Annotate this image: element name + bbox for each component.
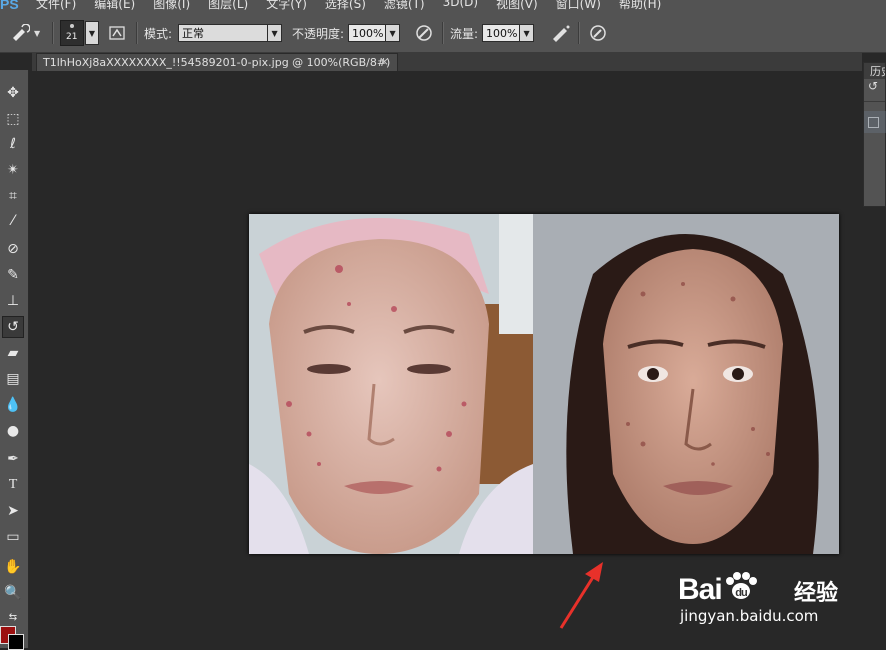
watermark-url: jingyan.baidu.com	[680, 607, 819, 625]
document-tab[interactable]: T1lhHoXj8aXXXXXXXX_!!54589201-0-pix.jpg …	[36, 53, 398, 71]
chevron-down-icon[interactable]: ▼	[520, 24, 535, 42]
history-panel[interactable]: 历史 ↺	[863, 62, 886, 207]
divider	[52, 22, 54, 44]
pen-tool-icon[interactable]: ✒	[2, 448, 24, 470]
magic-wand-tool-icon[interactable]: ✴	[2, 159, 24, 181]
red-arrow-annotation	[559, 562, 603, 629]
watermark-brand-du: du	[735, 587, 747, 599]
face-photo-after	[533, 214, 839, 554]
brush-tool-icon[interactable]: ✎	[2, 264, 24, 286]
menu-3d[interactable]: 3D(D)	[443, 0, 478, 12]
watermark-brand: Bai du	[678, 571, 760, 607]
lasso-tool-icon[interactable]: ℓ	[2, 133, 24, 155]
history-brush-icon[interactable]: ↺	[864, 79, 885, 102]
opacity-label: 不透明度:	[292, 26, 345, 41]
chevron-down-icon: ▼	[34, 28, 41, 38]
baidu-jingyan-watermark: Bai du 经验 jingyan.baidu.com	[676, 557, 886, 627]
divider	[442, 22, 444, 44]
menu-image[interactable]: 图像(I)	[153, 0, 190, 12]
opacity-input[interactable]: 100%	[348, 24, 387, 42]
gradient-tool-icon[interactable]: ▤	[2, 368, 24, 390]
crop-tool-icon[interactable]: ⌗	[2, 185, 24, 207]
menu-edit[interactable]: 编辑(E)	[94, 0, 135, 12]
menu-list: 文件(F) 编辑(E) 图像(I) 图层(L) 文字(Y) 选择(S) 滤镜(T…	[36, 0, 679, 12]
eyedropper-tool-icon[interactable]: ⁄	[2, 210, 24, 232]
tool-preset-picker[interactable]: ▼	[10, 14, 40, 52]
brush-tip-icon	[70, 24, 74, 28]
swap-colors-icon[interactable]: ⇆	[2, 606, 24, 628]
menu-window[interactable]: 窗口(W)	[556, 0, 601, 12]
paw-logo: du	[725, 572, 757, 599]
rectangle-tool-icon[interactable]: ▭	[2, 526, 24, 548]
brush-preview: 21	[60, 20, 84, 46]
dodge-tool-icon[interactable]: ●	[2, 420, 24, 442]
marquee-tool-icon[interactable]: ⬚	[2, 108, 24, 130]
photoshop-logo: PS	[0, 0, 19, 12]
watermark-brand-bai: Bai	[678, 573, 723, 606]
mode-label: 模式:	[144, 26, 173, 41]
options-bar: ▼ 21 ▼ 模式: 正常 ▼ 不透明度: 100% ▼ 流量: 100% ▼	[0, 14, 886, 53]
healing-brush-tool-icon[interactable]: ⊘	[2, 238, 24, 260]
document-tab-title: T1lhHoXj8aXXXXXXXX_!!54589201-0-pix.jpg …	[43, 56, 391, 69]
chevron-down-icon[interactable]: ▼	[386, 24, 401, 42]
menu-filter[interactable]: 滤镜(T)	[384, 0, 425, 12]
tools-panel: ✥ ⬚ ℓ ✴ ⌗ ⁄ ⊘ ✎ ⊥ ↺ ▰ ▤ 💧 ● ✒ T ➤ ▭ ✋ 🔍 …	[0, 70, 29, 648]
flow-input[interactable]: 100%	[482, 24, 521, 42]
history-panel-title: 历史	[864, 63, 885, 79]
brush-preset-picker[interactable]: 21 ▼	[60, 14, 99, 52]
watermark-cn: 经验	[794, 581, 839, 606]
menu-select[interactable]: 选择(S)	[325, 0, 366, 12]
zoom-tool-icon[interactable]: 🔍	[2, 582, 24, 604]
hand-tool-icon[interactable]: ✋	[2, 556, 24, 578]
document-canvas[interactable]	[249, 214, 839, 554]
chevron-down-icon: ▼	[268, 24, 283, 42]
pressure-opacity-toggle[interactable]	[414, 14, 434, 52]
blur-tool-icon[interactable]: 💧	[2, 394, 24, 416]
mode-value: 正常	[182, 27, 205, 40]
face-photo-before	[249, 214, 533, 554]
path-selection-tool-icon[interactable]: ➤	[2, 500, 24, 522]
pressure-size-icon	[590, 25, 606, 41]
menu-view[interactable]: 视图(V)	[496, 0, 538, 12]
airbrush-icon	[553, 25, 570, 42]
pressure-opacity-icon	[416, 25, 432, 41]
airbrush-toggle[interactable]	[550, 14, 572, 52]
eraser-tool-icon[interactable]: ▰	[2, 342, 24, 364]
history-brush-icon	[13, 24, 30, 41]
mode-select[interactable]: 正常	[178, 24, 269, 42]
brush-panel-icon	[109, 26, 125, 40]
chevron-down-icon: ▼	[85, 21, 99, 45]
flow-value: 100%	[486, 26, 518, 40]
flow-label: 流量:	[450, 26, 479, 41]
brush-panel-toggle[interactable]	[108, 14, 126, 52]
menu-bar: PS 文件(F) 编辑(E) 图像(I) 图层(L) 文字(Y) 选择(S) 滤…	[0, 0, 886, 14]
brush-size-value: 21	[66, 32, 78, 42]
menu-help[interactable]: 帮助(H)	[619, 0, 661, 12]
opacity-value: 100%	[352, 26, 384, 40]
menu-type[interactable]: 文字(Y)	[266, 0, 307, 12]
clone-stamp-tool-icon[interactable]: ⊥	[2, 290, 24, 312]
history-brush-tool-icon[interactable]: ↺	[2, 316, 24, 338]
close-icon[interactable]: ×	[380, 55, 389, 68]
divider	[136, 22, 138, 44]
pressure-size-toggle[interactable]	[588, 14, 608, 52]
type-tool-icon[interactable]: T	[2, 474, 24, 496]
menu-file[interactable]: 文件(F)	[36, 0, 76, 12]
menu-layer[interactable]: 图层(L)	[208, 0, 248, 12]
move-tool-icon[interactable]: ✥	[2, 82, 24, 104]
document-tab-bar: T1lhHoXj8aXXXXXXXX_!!54589201-0-pix.jpg …	[32, 52, 862, 71]
history-state-row[interactable]	[864, 111, 886, 133]
divider	[578, 22, 580, 44]
